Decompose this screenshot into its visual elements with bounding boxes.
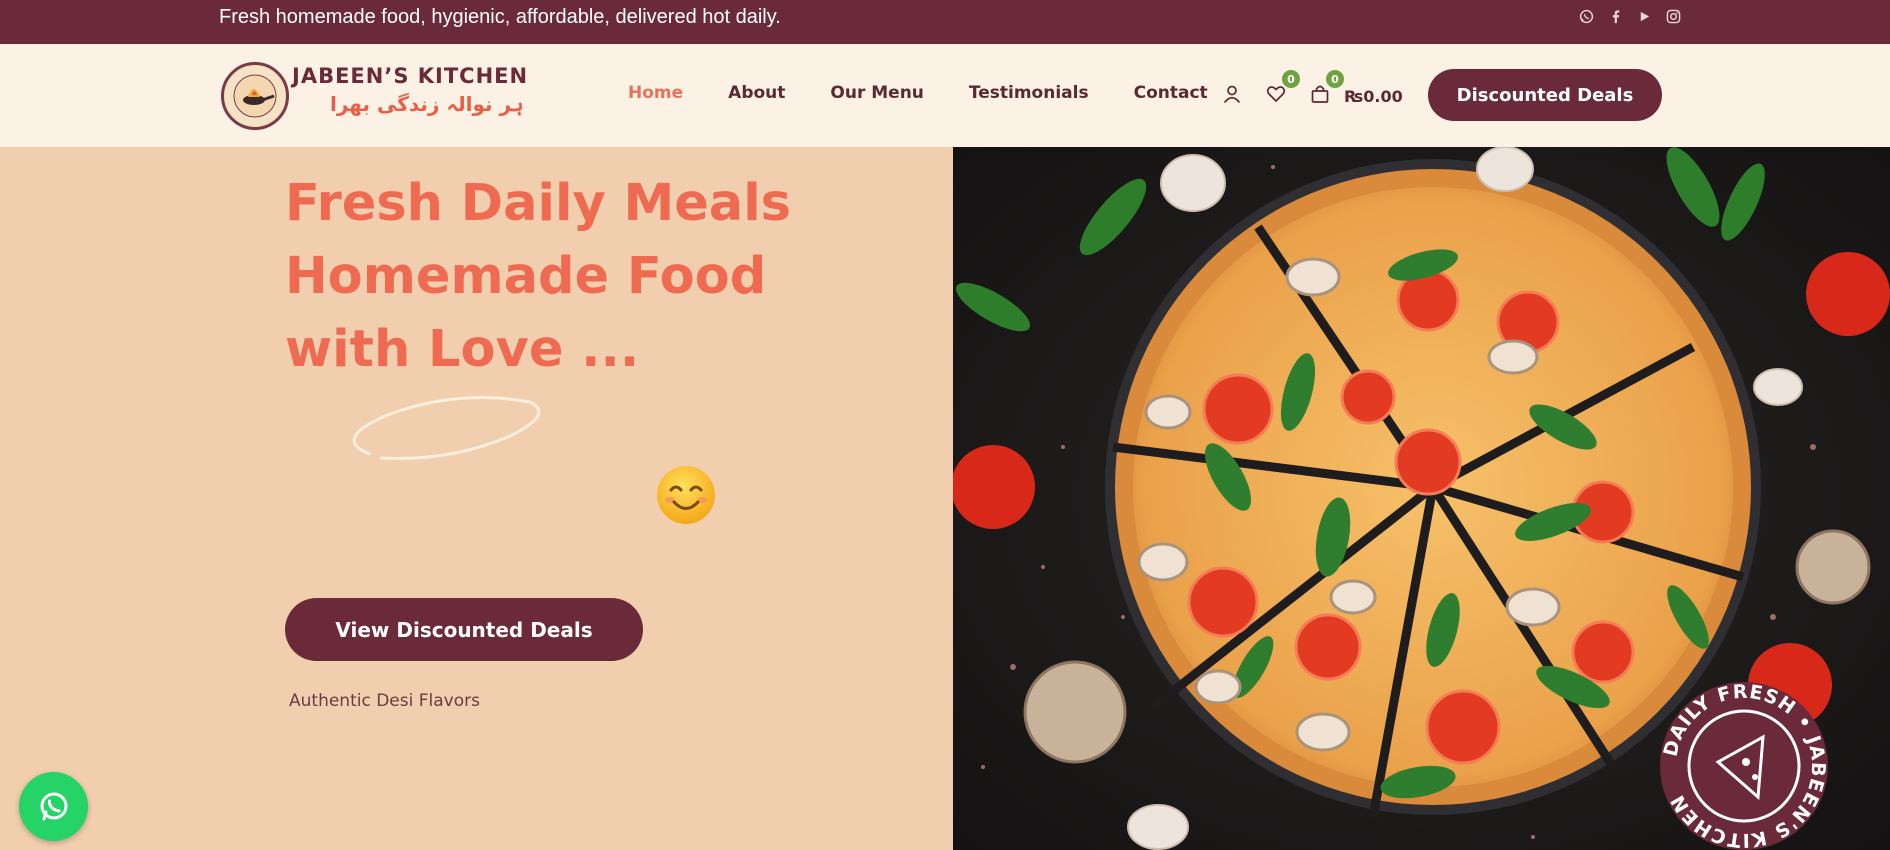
wishlist-count-badge: 0 bbox=[1282, 70, 1300, 88]
cart-icon[interactable]: 0 bbox=[1308, 70, 1344, 106]
nav-our-menu[interactable]: Our Menu bbox=[830, 83, 924, 103]
social-links bbox=[1578, 8, 1681, 24]
hero-pizza-image: DAILY FRESH • JABEEN'S KITCHEN bbox=[953, 147, 1890, 850]
logo-urdu-slogan: ہر نوالہ زندگی بھرا bbox=[330, 92, 524, 116]
hero-subtitle: Authentic Desi Flavors bbox=[289, 691, 480, 711]
logo-badge[interactable] bbox=[221, 62, 289, 130]
hero-headline-line-1: Fresh Daily Meals bbox=[285, 174, 792, 233]
whatsapp-float-button[interactable] bbox=[19, 772, 88, 841]
site-header: JABEEN’S KITCHEN ہر نوالہ زندگی بھرا Hom… bbox=[0, 44, 1890, 147]
hero-headline-line-3: with Love ... bbox=[285, 320, 640, 379]
cart-total[interactable]: ₨0.00 bbox=[1344, 87, 1403, 106]
daily-fresh-stamp: DAILY FRESH • JABEEN'S KITCHEN bbox=[1660, 681, 1828, 850]
headline-swoosh-decoration bbox=[352, 396, 541, 460]
header-actions: 0 0 ₨0.00 bbox=[1220, 70, 1403, 106]
whatsapp-icon[interactable] bbox=[1578, 8, 1594, 24]
instagram-icon[interactable] bbox=[1665, 8, 1681, 24]
smiling-face-emoji-icon bbox=[657, 466, 715, 524]
nav-contact[interactable]: Contact bbox=[1134, 83, 1208, 103]
hero-headline-line-2: Homemade Food bbox=[285, 247, 767, 306]
hero-headline: Fresh Daily Meals Homemade Food with Lov… bbox=[285, 167, 791, 386]
nav-testimonials[interactable]: Testimonials bbox=[969, 83, 1089, 103]
nav-home[interactable]: Home bbox=[628, 83, 683, 103]
nav-about[interactable]: About bbox=[728, 83, 785, 103]
whatsapp-icon bbox=[40, 792, 67, 820]
youtube-icon[interactable] bbox=[1636, 8, 1652, 24]
tagline: Fresh homemade food, hygienic, affordabl… bbox=[219, 6, 781, 28]
view-discounted-deals-button[interactable]: View Discounted Deals bbox=[285, 598, 643, 661]
cart-count-badge: 0 bbox=[1326, 70, 1344, 88]
top-announcement-bar: Fresh homemade food, hygienic, affordabl… bbox=[0, 0, 1890, 44]
facebook-icon[interactable] bbox=[1607, 8, 1623, 24]
logo-title[interactable]: JABEEN’S KITCHEN bbox=[292, 64, 528, 88]
main-nav: Home About Our Menu Testimonials Contact bbox=[628, 83, 1253, 103]
wishlist-icon[interactable]: 0 bbox=[1264, 70, 1300, 106]
account-icon[interactable] bbox=[1220, 82, 1244, 106]
discounted-deals-button[interactable]: Discounted Deals bbox=[1428, 69, 1662, 121]
